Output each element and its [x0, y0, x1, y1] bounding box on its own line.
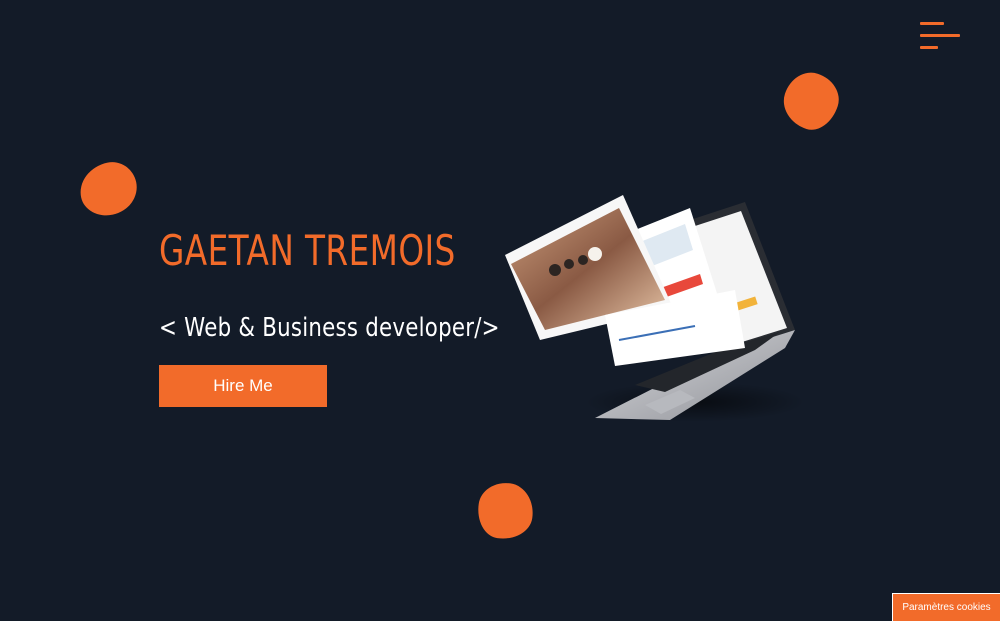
menu-line [920, 46, 938, 49]
decorative-blob [474, 479, 537, 543]
hero-name: GAETAN TREMOIS [159, 226, 456, 275]
page: GAETAN TREMOIS < Web & Business develope… [0, 0, 1000, 621]
hamburger-menu-icon[interactable] [918, 20, 962, 52]
laptop-portfolio-illustration [505, 195, 805, 422]
decorative-blob [776, 66, 846, 136]
menu-line [920, 22, 944, 25]
menu-line [920, 34, 960, 37]
spa-stone [564, 259, 574, 269]
cookie-settings-button[interactable]: Paramètres cookies [892, 593, 1000, 621]
spa-stone [549, 264, 561, 276]
hero-subtitle: < Web & Business developer/> [159, 313, 500, 343]
spa-flower [588, 247, 602, 261]
hire-me-button[interactable]: Hire Me [159, 365, 327, 407]
spa-stone [578, 255, 588, 265]
decorative-blob [75, 157, 142, 221]
